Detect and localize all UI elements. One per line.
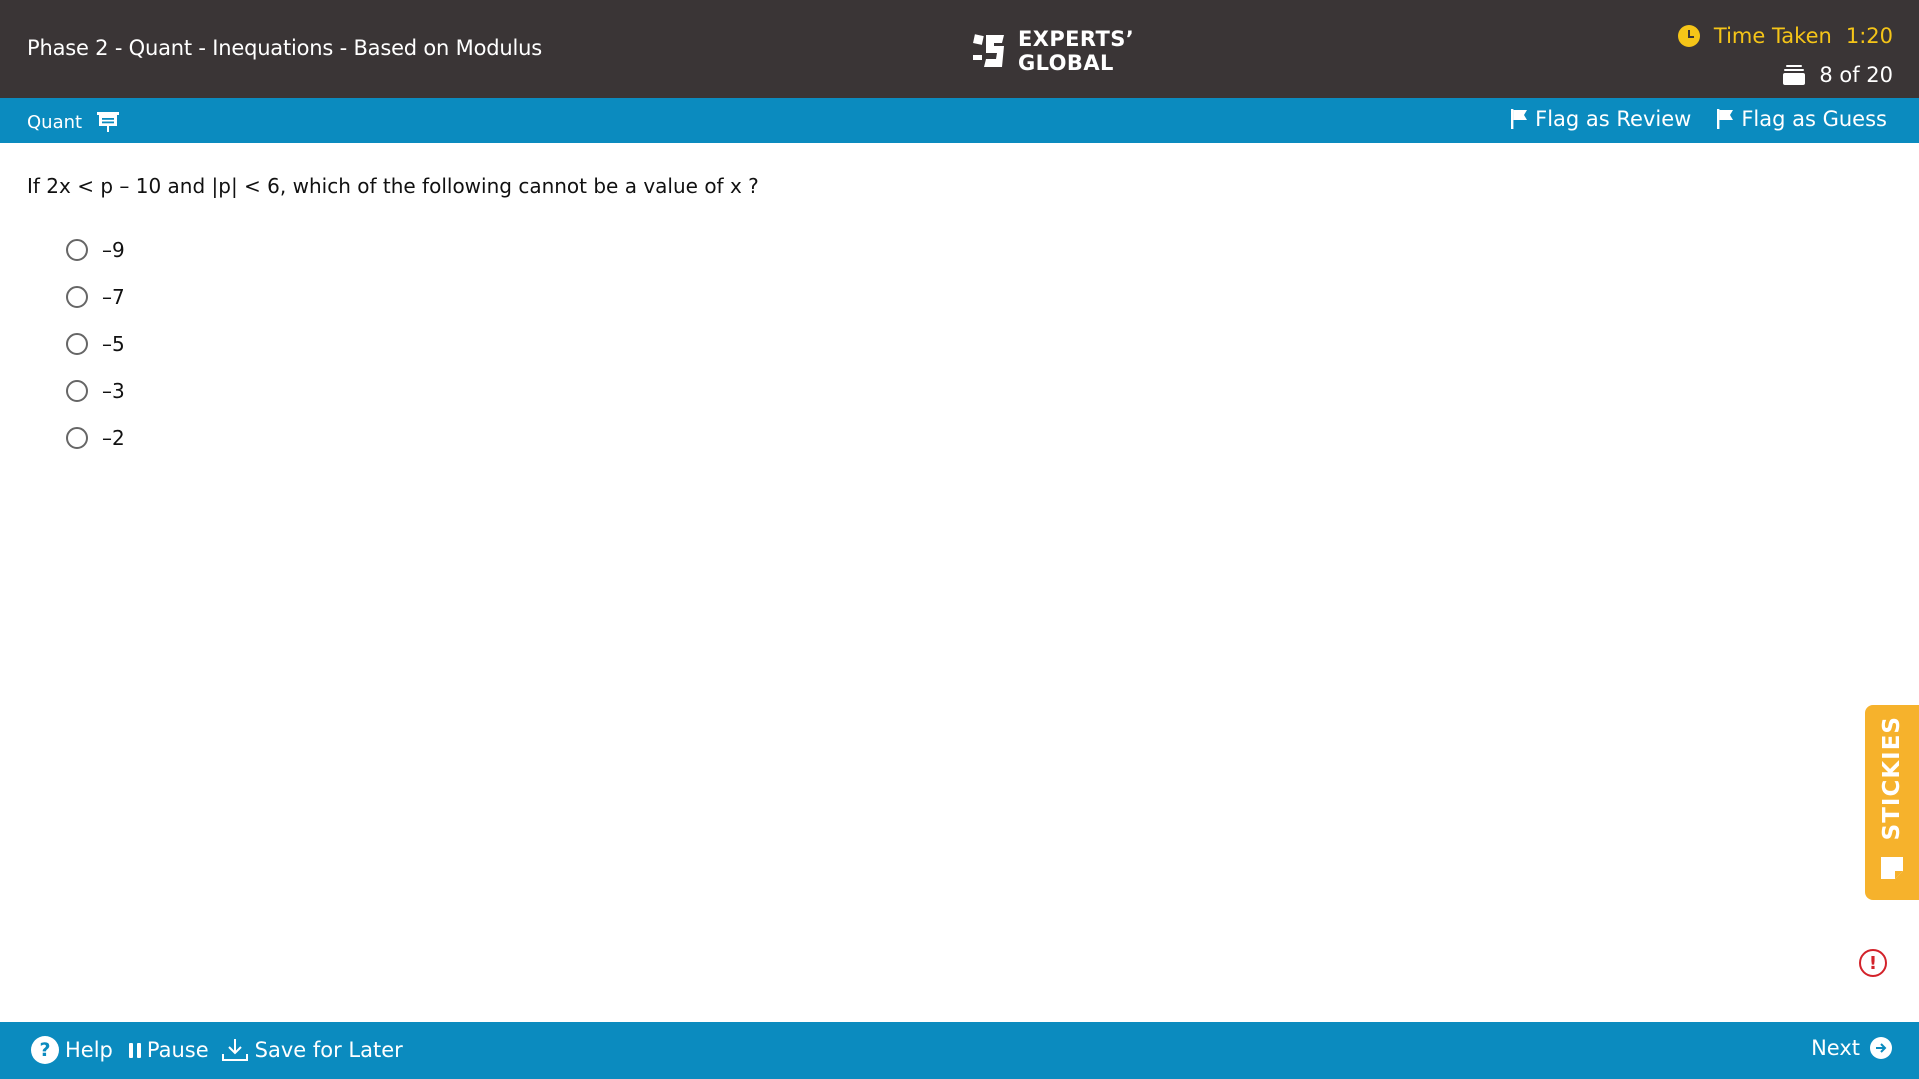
question-counter-text: 8 of 20 [1819,63,1893,87]
answer-option[interactable]: –9 [66,226,125,273]
stickies-label: STICKIES [1879,715,1905,840]
answer-option[interactable]: –2 [66,414,125,461]
time-taken-value: 1:20 [1845,24,1893,48]
stickies-tab[interactable]: STICKIES [1865,705,1919,900]
alert-circle-icon[interactable]: ! [1859,949,1887,977]
help-circle-icon: ? [31,1036,59,1064]
answer-option[interactable]: –5 [66,320,125,367]
section-bar: Quant Flag as Review Flag as Guess [0,98,1919,143]
flag-as-guess-button[interactable]: Flag as Guess [1717,107,1887,131]
time-taken: Time Taken 1:20 [1677,24,1893,48]
logo-line-1: EXPERTS’ [1018,27,1135,51]
save-for-later-label: Save for Later [254,1038,403,1062]
top-header: Phase 2 - Quant - Inequations - Based on… [0,0,1919,98]
section-indicator: Quant [27,110,120,134]
bottom-actions: ? Help Pause Save for Later [31,1036,403,1064]
sticky-note-icon [1881,857,1903,879]
pause-button[interactable]: Pause [125,1038,209,1062]
next-label: Next [1811,1036,1860,1060]
clock-icon [1677,25,1700,47]
flag-as-review-label: Flag as Review [1535,107,1692,131]
time-taken-label: Time Taken [1713,24,1832,48]
pause-label: Pause [146,1038,209,1062]
flag-icon [1717,109,1734,129]
radio-button[interactable] [66,238,88,261]
option-label: –2 [102,425,125,450]
flag-as-guess-label: Flag as Guess [1741,107,1887,131]
download-icon [221,1039,248,1061]
next-button[interactable]: Next [1811,1036,1892,1060]
question-stack-icon [1783,65,1806,85]
arrow-right-circle-icon [1870,1037,1892,1059]
logo-mark-icon [973,34,1004,67]
radio-button[interactable] [66,379,88,402]
exam-title: Phase 2 - Quant - Inequations - Based on… [27,36,542,60]
answer-options: –9 –7 –5 –3 –2 [66,226,125,461]
flag-as-review-button[interactable]: Flag as Review [1511,107,1691,131]
help-button[interactable]: ? Help [31,1036,113,1064]
question-text: If 2x < p – 10 and |p| < 6, which of the… [27,174,759,198]
pause-icon [128,1042,141,1058]
bottom-bar: ? Help Pause Save for Later Next [0,1022,1919,1079]
presentation-board-icon[interactable] [96,110,120,134]
logo-line-2: GLOBAL [1018,51,1114,75]
save-for-later-button[interactable]: Save for Later [221,1037,403,1063]
option-label: –3 [102,378,125,403]
option-label: –9 [102,237,125,262]
flag-actions: Flag as Review Flag as Guess [1511,107,1887,131]
option-label: –7 [102,284,125,309]
option-label: –5 [102,331,125,356]
flag-icon [1511,109,1528,129]
question-counter: 8 of 20 [1783,63,1893,87]
radio-button[interactable] [66,285,88,308]
radio-button[interactable] [66,332,88,355]
answer-option[interactable]: –3 [66,367,125,414]
answer-option[interactable]: –7 [66,273,125,320]
section-name: Quant [27,111,83,133]
radio-button[interactable] [66,426,88,449]
experts-global-logo: EXPERTS’ GLOBAL [972,26,1134,76]
help-label: Help [65,1038,113,1062]
